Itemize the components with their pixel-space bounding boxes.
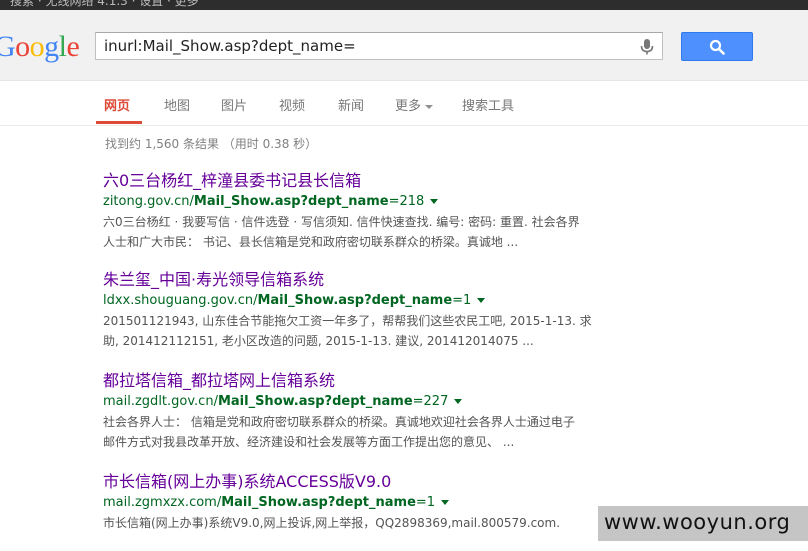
tab-more-label: 更多 bbox=[395, 99, 422, 114]
tab-maps[interactable]: 地图 bbox=[164, 95, 190, 114]
search-result: 六0三台杨红_梓潼县委书记县长信箱 zitong.gov.cn/Mail_Sho… bbox=[103, 171, 623, 252]
tab-search-tools[interactable]: 搜索工具 bbox=[462, 95, 514, 114]
logo-letter: e bbox=[66, 30, 80, 63]
result-url-path: Mail_Show.asp?dept_name bbox=[193, 194, 389, 209]
watermark-text: www.wooyun.org bbox=[604, 510, 791, 534]
result-snippet-line: 201501121943, 山东佳合节能拖欠工资一年多了，帮帮我们这些农民工吧,… bbox=[103, 314, 592, 328]
result-url-path: Mail_Show.asp?dept_name bbox=[257, 293, 453, 308]
result-url: mail.zgdlt.gov.cn/Mail_Show.asp?dept_nam… bbox=[103, 393, 623, 410]
google-logo[interactable]: Google bbox=[0, 30, 80, 64]
search-input[interactable] bbox=[104, 36, 624, 56]
top-bar-text: 搜索 · 无线网络 4.1.3 · 设置 · 更多 bbox=[10, 0, 199, 8]
result-url: ldxx.shouguang.gov.cn/Mail_Show.asp?dept… bbox=[103, 292, 623, 309]
search-icon bbox=[709, 39, 725, 55]
result-title-link[interactable]: 市长信箱(网上办事)系统ACCESS版V9.0 bbox=[103, 472, 623, 492]
result-title-link[interactable]: 都拉塔信箱_都拉塔网上信箱系统 bbox=[103, 371, 623, 391]
result-title-link[interactable]: 朱兰玺_中国·寿光领导信箱系统 bbox=[103, 270, 623, 290]
result-snippet-line: 社会各界人士： 信箱是党和政府密切联系群众的桥梁。真诚地欢迎社会各界人士通过电子 bbox=[103, 415, 575, 429]
result-url-tail: =218 bbox=[388, 194, 425, 209]
result-url: zitong.gov.cn/Mail_Show.asp?dept_name=21… bbox=[103, 193, 623, 210]
result-url-path: Mail_Show.asp?dept_name bbox=[221, 495, 416, 510]
result-snippet: 市长信箱(网上办事)系统V9.0,网上投诉,网上举报，QQ2898369,mai… bbox=[103, 513, 623, 533]
result-url-domain: mail.zgmxzx.com/ bbox=[103, 495, 222, 510]
tab-web[interactable]: 网页 bbox=[104, 95, 130, 114]
logo-letter: l bbox=[58, 30, 67, 63]
result-url-domain: mail.zgdlt.gov.cn/ bbox=[103, 394, 218, 409]
tab-news[interactable]: 新闻 bbox=[338, 95, 364, 114]
result-snippet-line: 六0三台杨红 · 我要写信 · 信件选登 · 写信须知. 信件快速查找. 编号:… bbox=[103, 215, 580, 229]
result-url-tail: =227 bbox=[412, 394, 449, 409]
search-box[interactable] bbox=[95, 32, 663, 60]
caret-down-icon[interactable] bbox=[430, 199, 439, 204]
result-snippet-line: 助, 201412112151, 老小区改造的问题, 2015-1-13. 建议… bbox=[103, 334, 534, 348]
result-url: mail.zgmxzx.com/Mail_Show.asp?dept_name=… bbox=[103, 494, 623, 511]
logo-letter: G bbox=[0, 30, 16, 63]
watermark: www.wooyun.org bbox=[598, 506, 808, 541]
result-stats: 找到约 1,560 条结果 （用时 0.38 秒） bbox=[105, 137, 318, 151]
caret-down-icon[interactable] bbox=[441, 500, 450, 505]
search-result: 都拉塔信箱_都拉塔网上信箱系统 mail.zgdlt.gov.cn/Mail_S… bbox=[103, 371, 623, 452]
result-url-domain: zitong.gov.cn/ bbox=[103, 194, 194, 209]
result-snippet-line: 邮件方式对我县改革开放、经济建设和社会发展等方面工作提出您的意见、 ... bbox=[103, 435, 515, 449]
result-url-tail: =1 bbox=[415, 495, 436, 510]
result-url-tail: =1 bbox=[452, 293, 472, 308]
search-tabs: 网页 地图 图片 视频 新闻 更多 搜索工具 bbox=[0, 81, 808, 126]
result-url-path: Mail_Show.asp?dept_name bbox=[217, 394, 413, 409]
logo-letter: o bbox=[29, 30, 45, 63]
caret-down-icon[interactable] bbox=[454, 399, 463, 404]
search-button[interactable] bbox=[681, 32, 753, 61]
result-snippet-line: 人士和广大市民： 书记、县长信箱是党和政府密切联系群众的桥梁。真诚地 ... bbox=[103, 235, 519, 249]
tab-images[interactable]: 图片 bbox=[221, 95, 247, 114]
search-header: Google bbox=[0, 10, 808, 81]
result-url-domain: ldxx.shouguang.gov.cn/ bbox=[103, 293, 258, 308]
top-bar: 搜索 · 无线网络 4.1.3 · 设置 · 更多 bbox=[0, 0, 808, 10]
result-title-link[interactable]: 六0三台杨红_梓潼县委书记县长信箱 bbox=[103, 171, 623, 191]
chevron-down-icon bbox=[425, 104, 434, 109]
search-result: 市长信箱(网上办事)系统ACCESS版V9.0 mail.zgmxzx.com/… bbox=[103, 472, 623, 533]
logo-letter: o bbox=[15, 30, 30, 63]
logo-letter: g bbox=[44, 30, 59, 63]
result-snippet: 六0三台杨红 · 我要写信 · 信件选登 · 写信须知. 信件快速查找. 编号:… bbox=[103, 212, 623, 252]
tab-videos[interactable]: 视频 bbox=[279, 95, 305, 114]
caret-down-icon[interactable] bbox=[477, 298, 486, 303]
result-snippet-line: 市长信箱(网上办事)系统V9.0,网上投诉,网上举报，QQ2898369,mai… bbox=[103, 516, 561, 530]
active-tab-indicator bbox=[96, 121, 142, 124]
result-snippet: 201501121943, 山东佳合节能拖欠工资一年多了，帮帮我们这些农民工吧,… bbox=[103, 311, 623, 351]
microphone-icon[interactable] bbox=[638, 38, 656, 56]
result-snippet: 社会各界人士： 信箱是党和政府密切联系群众的桥梁。真诚地欢迎社会各界人士通过电子… bbox=[103, 412, 623, 452]
search-result: 朱兰玺_中国·寿光领导信箱系统 ldxx.shouguang.gov.cn/Ma… bbox=[103, 270, 623, 351]
tab-more[interactable]: 更多 bbox=[395, 95, 434, 114]
